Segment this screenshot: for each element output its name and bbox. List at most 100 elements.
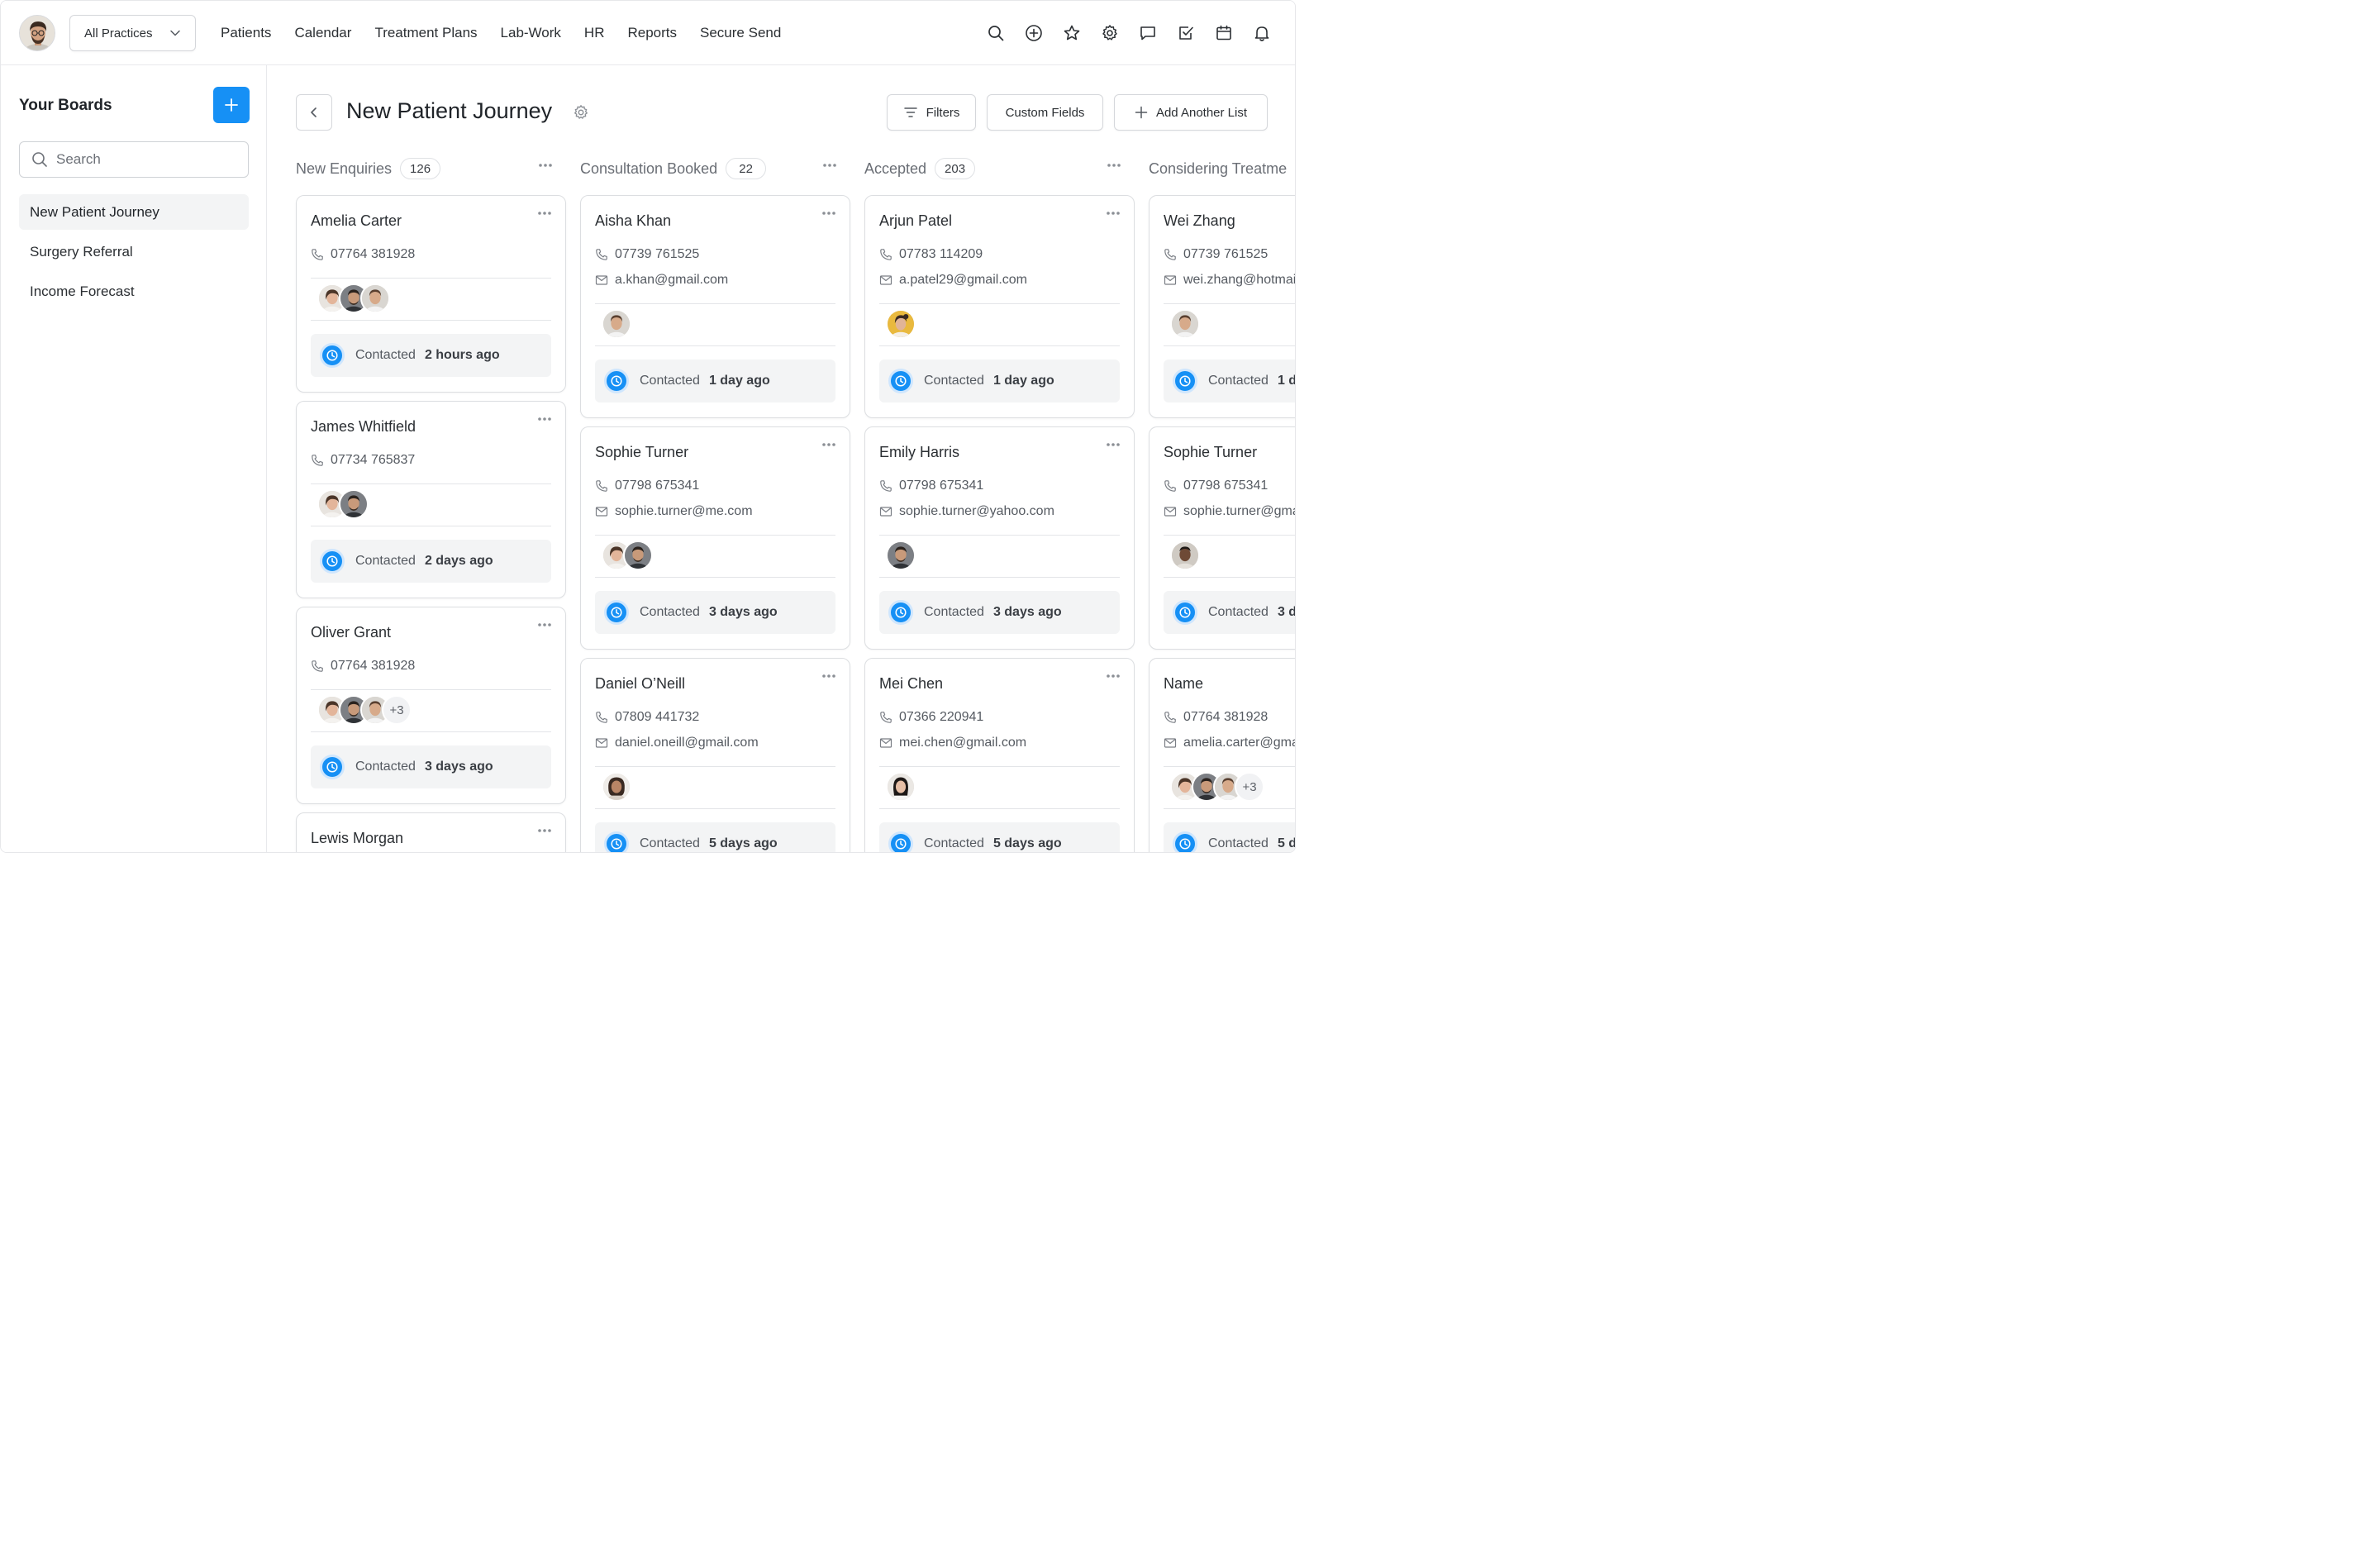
more-assignees-badge[interactable]: +3 bbox=[1235, 772, 1264, 802]
more-icon[interactable] bbox=[537, 417, 552, 422]
add-another-list-button[interactable]: Add Another List bbox=[1114, 94, 1268, 131]
more-icon[interactable] bbox=[822, 163, 837, 168]
nav-patients[interactable]: Patients bbox=[209, 1, 283, 65]
patient-card[interactable]: Amelia Carter 07764 381928 Contacted 2 hour… bbox=[296, 195, 566, 393]
phone-row: 07809 441732 bbox=[595, 709, 699, 726]
sidebar-item-new-patient-journey[interactable]: New Patient Journey bbox=[19, 194, 249, 230]
phone-icon bbox=[880, 712, 892, 723]
status-label: Contacted bbox=[640, 836, 700, 850]
assignee-avatar[interactable] bbox=[602, 309, 631, 339]
patient-card[interactable]: Wei Zhang 07739 761525 wei.zhang@hotmai Con… bbox=[1149, 195, 1295, 418]
divider bbox=[595, 766, 835, 767]
board-settings-icon[interactable] bbox=[573, 104, 589, 121]
user-avatar[interactable] bbox=[19, 15, 55, 51]
mail-icon bbox=[595, 507, 608, 517]
status-label: Contacted bbox=[924, 374, 984, 388]
clock-icon bbox=[888, 600, 913, 625]
nav-hr[interactable]: HR bbox=[573, 1, 616, 65]
assignee-avatar[interactable] bbox=[623, 541, 653, 570]
nav-treatment-plans[interactable]: Treatment Plans bbox=[363, 1, 488, 65]
patient-name: Aisha Khan bbox=[595, 212, 672, 229]
phone-number: 07764 381928 bbox=[331, 659, 416, 673]
more-icon[interactable] bbox=[538, 163, 553, 168]
phone-number: 07739 761525 bbox=[615, 247, 700, 261]
more-assignees-badge[interactable]: +3 bbox=[382, 695, 412, 725]
plus-circle-icon[interactable] bbox=[1024, 21, 1044, 45]
phone-icon bbox=[880, 249, 892, 260]
phone-row: 07798 675341 bbox=[1164, 478, 1268, 494]
last-contacted-time: 3 days ago bbox=[992, 605, 1062, 619]
last-contacted-time: 2 days ago bbox=[424, 554, 493, 568]
assignee-avatar[interactable] bbox=[886, 541, 916, 570]
patient-name: Name bbox=[1164, 675, 1204, 692]
custom-fields-button[interactable]: Custom Fields bbox=[987, 94, 1103, 131]
patient-card[interactable]: Aisha Khan 07739 761525 a.khan@gmail.com Co… bbox=[580, 195, 850, 418]
assignee-avatar[interactable] bbox=[886, 772, 916, 802]
email-address: sophie.turner@gma bbox=[1183, 504, 1296, 518]
assignee-avatar[interactable] bbox=[339, 489, 369, 519]
patient-name: Emily Harris bbox=[879, 444, 959, 460]
contact-status: Contacted 3 days ago bbox=[879, 591, 1120, 634]
patient-card[interactable]: Sophie Turner 07798 675341 sophie.turner@g… bbox=[1149, 426, 1296, 650]
assignee-avatar[interactable] bbox=[886, 309, 916, 339]
more-icon[interactable] bbox=[821, 674, 836, 679]
patient-card[interactable]: Name 07764 381928 amelia.carter@gma +3 Conta… bbox=[1149, 658, 1296, 852]
sidebar-item-surgery-referral[interactable]: Surgery Referral bbox=[19, 234, 249, 269]
more-icon[interactable] bbox=[821, 211, 836, 216]
patient-card[interactable]: Lewis Morgan bbox=[296, 812, 566, 852]
assignee-avatar[interactable] bbox=[1170, 541, 1200, 570]
custom-fields-label: Custom Fields bbox=[1005, 105, 1085, 120]
more-icon[interactable] bbox=[1106, 674, 1121, 679]
patient-card[interactable]: James Whitfield 07734 765837 Contacted 2 da… bbox=[296, 401, 566, 598]
star-icon[interactable] bbox=[1062, 21, 1082, 45]
back-button[interactable] bbox=[296, 94, 332, 131]
phone-icon bbox=[596, 480, 607, 492]
chat-icon[interactable] bbox=[1138, 21, 1158, 45]
calendar-icon[interactable] bbox=[1214, 21, 1234, 45]
patient-card[interactable]: Sophie Turner 07798 675341 sophie.turner@m… bbox=[580, 426, 850, 650]
column-count-badge: 22 bbox=[726, 158, 767, 179]
phone-number: 07734 765837 bbox=[331, 453, 416, 467]
last-contacted-time: 2 hours ago bbox=[424, 348, 500, 362]
assignee-avatar[interactable] bbox=[360, 283, 390, 313]
more-icon[interactable] bbox=[821, 442, 836, 447]
more-icon[interactable] bbox=[537, 211, 552, 216]
nav-reports[interactable]: Reports bbox=[616, 1, 688, 65]
patient-card[interactable]: Oliver Grant 07764 381928 +3 Contacted 3 day… bbox=[296, 607, 566, 804]
phone-icon bbox=[312, 660, 323, 672]
last-contacted-time: 3 d bbox=[1277, 605, 1296, 619]
add-board-button[interactable] bbox=[213, 87, 250, 123]
last-contacted-time: 5 d bbox=[1277, 836, 1296, 850]
board-search-input[interactable] bbox=[56, 151, 238, 168]
status-label: Contacted bbox=[924, 836, 984, 850]
divider bbox=[595, 535, 835, 536]
patient-card[interactable]: Daniel O’Neill 07809 441732 daniel.oneill@… bbox=[580, 658, 850, 852]
assignee-avatar[interactable] bbox=[1170, 309, 1200, 339]
nav-lab-work[interactable]: Lab-Work bbox=[489, 1, 573, 65]
patient-card[interactable]: Mei Chen 07366 220941 mei.chen@gmail.com Co… bbox=[864, 658, 1135, 852]
email-address: a.khan@gmail.com bbox=[615, 273, 729, 287]
mail-icon bbox=[1164, 738, 1177, 748]
more-icon[interactable] bbox=[1106, 211, 1121, 216]
search-icon[interactable] bbox=[986, 21, 1006, 45]
patient-card[interactable]: Arjun Patel 07783 114209 a.patel29@gmail.c… bbox=[864, 195, 1135, 418]
more-icon[interactable] bbox=[1106, 442, 1121, 447]
bell-icon[interactable] bbox=[1252, 21, 1272, 45]
patient-card[interactable]: Emily Harris 07798 675341 sophie.turner@ya… bbox=[864, 426, 1135, 650]
column-title: Accepted bbox=[864, 160, 927, 177]
assignee-avatar[interactable] bbox=[602, 772, 631, 802]
nav-secure-send[interactable]: Secure Send bbox=[688, 1, 793, 65]
more-icon[interactable] bbox=[537, 622, 552, 627]
sidebar-item-income-forecast[interactable]: Income Forecast bbox=[19, 274, 249, 309]
checkbox-icon[interactable] bbox=[1176, 21, 1196, 45]
assignee-avatars bbox=[317, 489, 369, 519]
gear-icon[interactable] bbox=[1100, 21, 1120, 45]
clock-icon bbox=[604, 600, 629, 625]
filters-button[interactable]: Filters bbox=[887, 94, 976, 131]
more-icon[interactable] bbox=[537, 828, 552, 833]
clock-icon bbox=[1173, 369, 1197, 393]
nav-calendar[interactable]: Calendar bbox=[283, 1, 363, 65]
mail-icon bbox=[595, 275, 608, 285]
practice-select[interactable]: All Practices bbox=[69, 15, 196, 51]
more-icon[interactable] bbox=[1107, 163, 1121, 168]
